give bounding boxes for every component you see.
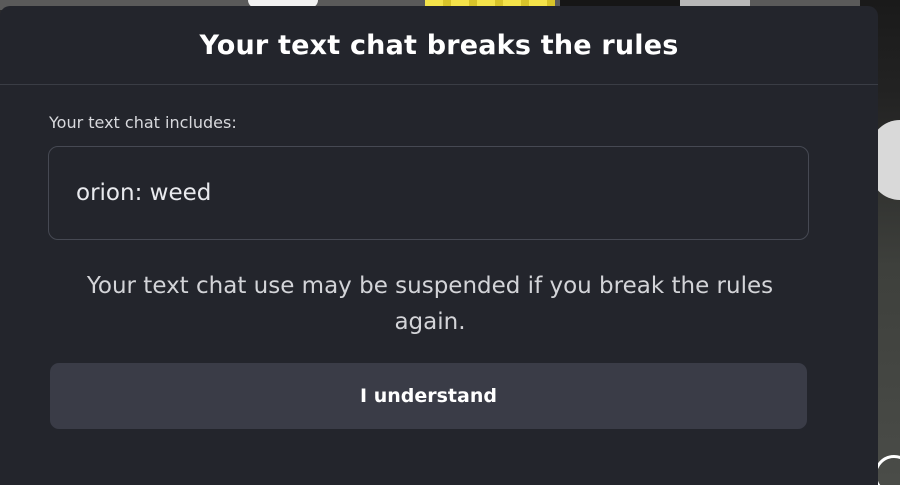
includes-label: Your text chat includes: <box>49 113 237 132</box>
game-scene: Your text chat breaks the rules Your tex… <box>0 0 900 485</box>
suspension-warning: Your text chat use may be suspended if y… <box>86 273 774 335</box>
flagged-message-box: orion: weed <box>48 146 809 240</box>
dialog-header: Your text chat breaks the rules <box>0 6 878 85</box>
chat-moderation-dialog: Your text chat breaks the rules Your tex… <box>0 6 878 485</box>
dialog-title: Your text chat breaks the rules <box>199 29 679 61</box>
i-understand-button[interactable]: I understand <box>50 363 807 429</box>
flagged-message-text: orion: weed <box>76 180 212 206</box>
